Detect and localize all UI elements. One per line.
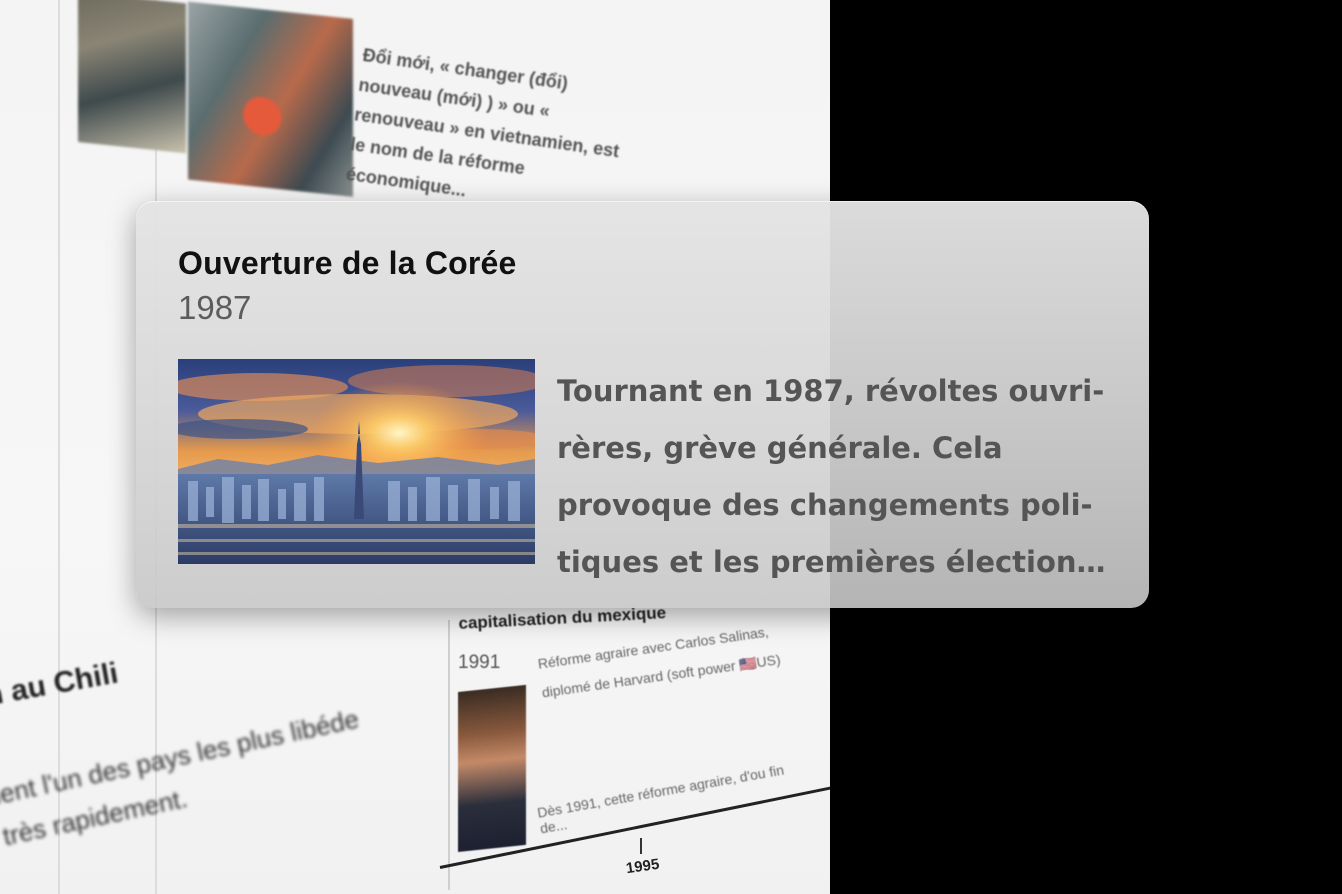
mexico-event-year: 1991 xyxy=(458,652,501,673)
event-year: 1987 xyxy=(178,289,252,326)
mexico-event-photo xyxy=(458,684,526,852)
event-description: Tournant en 1987, révoltes ouvri-rères, … xyxy=(557,374,1106,579)
event-title: Ouverture de la Corée xyxy=(178,245,517,281)
chili-event-title[interactable]: n au Chili xyxy=(0,657,121,714)
doi-moi-images[interactable] xyxy=(78,0,358,204)
screen: Đổi mới, « changer (đổi) nouveau (mới) )… xyxy=(0,0,1342,894)
doi-moi-photo-train-street xyxy=(188,1,353,197)
doi-moi-description: Đổi mới, « changer (đổi) nouveau (mới) )… xyxy=(344,44,621,201)
timeline-tick xyxy=(640,838,642,854)
doi-moi-photo-market xyxy=(78,0,186,154)
mexico-event-description-more: Dès 1991, cette réforme agraire, d'ou fi… xyxy=(536,761,786,837)
event-image[interactable] xyxy=(178,359,535,564)
seoul-skyline-image xyxy=(178,359,535,564)
event-preview-popup[interactable]: Ouverture de la Corée 1987 Tournant en 1… xyxy=(136,201,1149,608)
card-divider xyxy=(448,620,450,890)
chili-event-description: ient l'un des pays les plus libéde très … xyxy=(0,703,362,852)
mexico-event-card[interactable]: capitalisation du mexique 1991 Réforme a… xyxy=(448,600,828,890)
